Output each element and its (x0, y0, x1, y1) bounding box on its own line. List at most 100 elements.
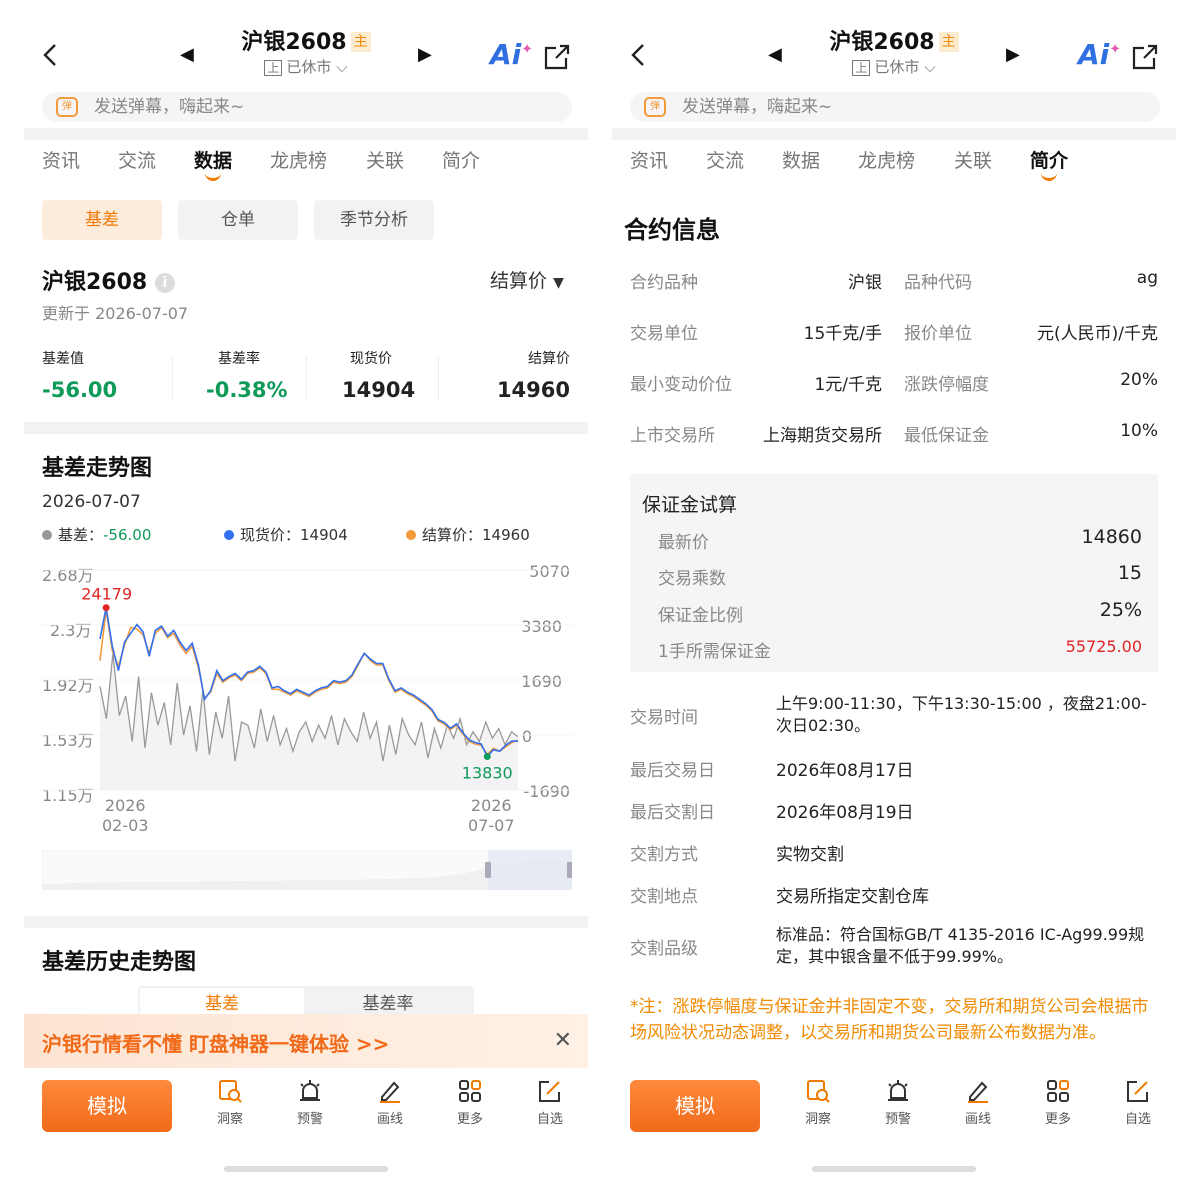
danmu-icon: 弹 (644, 97, 666, 117)
segment-warehouse[interactable]: 仓单 (178, 200, 298, 240)
divider (612, 128, 1176, 140)
tab-bar: 资讯 交流 数据 龙虎榜 关联 简介 (24, 146, 588, 186)
stat-value-spot: 14904 (342, 378, 416, 402)
divider (24, 916, 588, 928)
share-icon[interactable] (542, 42, 572, 72)
extreme-label: 24179 (81, 585, 132, 604)
basis-chart[interactable]: 24179 13830 (24, 560, 588, 800)
ai-icon[interactable]: Ai✦ (490, 38, 533, 71)
chart-date: 2026-07-07 (42, 492, 141, 512)
info-row: 合约品种 (630, 273, 698, 293)
x-tick-end: 2026 07-07 (468, 796, 515, 835)
info-row: 涨跌停幅度 (904, 375, 989, 395)
home-indicator (812, 1166, 976, 1172)
legend-settle: 结算价：14960 (406, 524, 530, 545)
status-text: 已休市 (286, 58, 332, 76)
legend-spot: 现货价：14904 (224, 524, 348, 545)
info-value: 15千克/手 (803, 324, 882, 344)
chart-title: 基差走势图 (42, 456, 153, 481)
tab-data[interactable]: 数据 (782, 146, 820, 173)
tab-rank[interactable]: 龙虎榜 (858, 146, 915, 173)
mock-trade-button[interactable]: 模拟 (630, 1080, 760, 1132)
caret-down-icon: ▼ (553, 275, 564, 291)
alert-button[interactable]: 预警 (868, 1078, 928, 1127)
watchlist-button[interactable]: 自选 (1108, 1078, 1168, 1127)
tab-news[interactable]: 资讯 (42, 146, 80, 173)
insight-button[interactable]: 洞察 (200, 1078, 260, 1127)
updated-time: 更新于 2026-07-07 (42, 304, 189, 323)
main-tag: 主 (938, 32, 959, 52)
bottom-bar: 模拟 洞察 预警 画线 更多 自选 (24, 1068, 588, 1200)
detail-value: 2026年08月19日 (776, 803, 914, 823)
close-icon[interactable]: ✕ (554, 1028, 572, 1053)
next-contract-icon[interactable]: ▶ (418, 44, 432, 65)
tab-intro[interactable]: 简介 (1030, 146, 1068, 181)
tab-related[interactable]: 关联 (366, 146, 404, 173)
promo-text: 沪银行情看不懂 盯盘神器一键体验 >> (42, 1032, 390, 1056)
legend-dot (224, 530, 234, 540)
right-screen: ◀ 沪银2608 主 上已休市 ⌵ ▶ Ai✦ 弹发送弹幕，嗨起来~ 资讯 交流 … (612, 0, 1176, 1200)
danmu-input[interactable]: 弹发送弹幕，嗨起来~ (630, 92, 1160, 122)
next-contract-icon[interactable]: ▶ (1006, 44, 1020, 65)
alarm-icon (888, 1080, 908, 1101)
tab-rank[interactable]: 龙虎榜 (270, 146, 327, 173)
tab-related[interactable]: 关联 (954, 146, 992, 173)
stat-label-spot: 现货价 (350, 351, 392, 367)
alert-button[interactable]: 预警 (280, 1078, 340, 1127)
margin-label: 交易乘数 (658, 569, 726, 589)
ai-icon[interactable]: Ai✦ (1078, 38, 1121, 71)
margin-label: 最新价 (658, 533, 709, 553)
promo-banner[interactable]: 沪银行情看不懂 盯盘神器一键体验 >> ✕ (24, 1014, 588, 1068)
stat-label-rate: 基差率 (218, 351, 260, 367)
segment-season[interactable]: 季节分析 (314, 200, 434, 240)
main-tag: 主 (350, 32, 371, 52)
divider (306, 356, 307, 400)
tab-intro[interactable]: 简介 (442, 146, 480, 173)
danmu-input[interactable]: 弹发送弹幕，嗨起来~ (42, 92, 572, 122)
draw-button[interactable]: 画线 (360, 1078, 420, 1127)
danmu-placeholder: 发送弹幕，嗨起来~ (682, 97, 833, 117)
info-row: 报价单位 (904, 324, 972, 344)
tab-discuss[interactable]: 交流 (706, 146, 744, 173)
tab-news[interactable]: 资讯 (630, 146, 668, 173)
margin-required: 55725.00 (1065, 637, 1142, 656)
watchlist-button[interactable]: 自选 (520, 1078, 580, 1127)
chart-navigator[interactable] (42, 850, 572, 890)
share-icon[interactable] (1130, 42, 1160, 72)
stat-value-basis: -56.00 (42, 378, 118, 402)
exchange-badge: 上 (852, 60, 871, 76)
segment-basis[interactable]: 基差 (42, 200, 162, 240)
section-title: 合约信息 (624, 216, 720, 244)
contract-title: 沪银2608 (241, 30, 347, 55)
info-icon[interactable]: i (154, 273, 175, 293)
extreme-point (483, 752, 491, 760)
detail-value: 实物交割 (776, 845, 844, 865)
divider (172, 356, 173, 400)
tab-data[interactable]: 数据 (194, 146, 232, 181)
contract-name: 沪银2608 i (42, 264, 175, 296)
info-value: 20% (1120, 370, 1158, 390)
grid-icon (459, 1080, 481, 1102)
extreme-point (102, 604, 110, 612)
tab-discuss[interactable]: 交流 (118, 146, 156, 173)
draw-button[interactable]: 画线 (948, 1078, 1008, 1127)
stat-label-settle: 结算价 (528, 351, 570, 367)
price-selector[interactable]: 结算价 ▼ (490, 266, 564, 293)
detail-label: 最后交易日 (630, 761, 715, 781)
mock-trade-button[interactable]: 模拟 (42, 1080, 172, 1132)
alarm-icon (300, 1080, 320, 1101)
divider (438, 356, 439, 400)
detail-value: 上午9:00-11:30，下午13:30-15:00 ，夜盘21:00-次日02… (776, 694, 1147, 735)
legend-dot (406, 530, 416, 540)
legend-basis: 基差：-56.00 (42, 524, 151, 545)
info-value: 1元/千克 (814, 375, 882, 395)
insight-button[interactable]: 洞察 (788, 1078, 848, 1127)
tab-bar: 资讯 交流 数据 龙虎榜 关联 简介 (612, 146, 1176, 186)
edit-box-icon (539, 1081, 560, 1102)
detail-value: 交易所指定交割仓库 (776, 887, 929, 907)
extreme-label: 13830 (462, 763, 513, 782)
more-button[interactable]: 更多 (1028, 1078, 1088, 1127)
more-button[interactable]: 更多 (440, 1078, 500, 1127)
info-row: 上市交易所 (630, 426, 715, 446)
contract-title: 沪银2608 (829, 30, 935, 55)
